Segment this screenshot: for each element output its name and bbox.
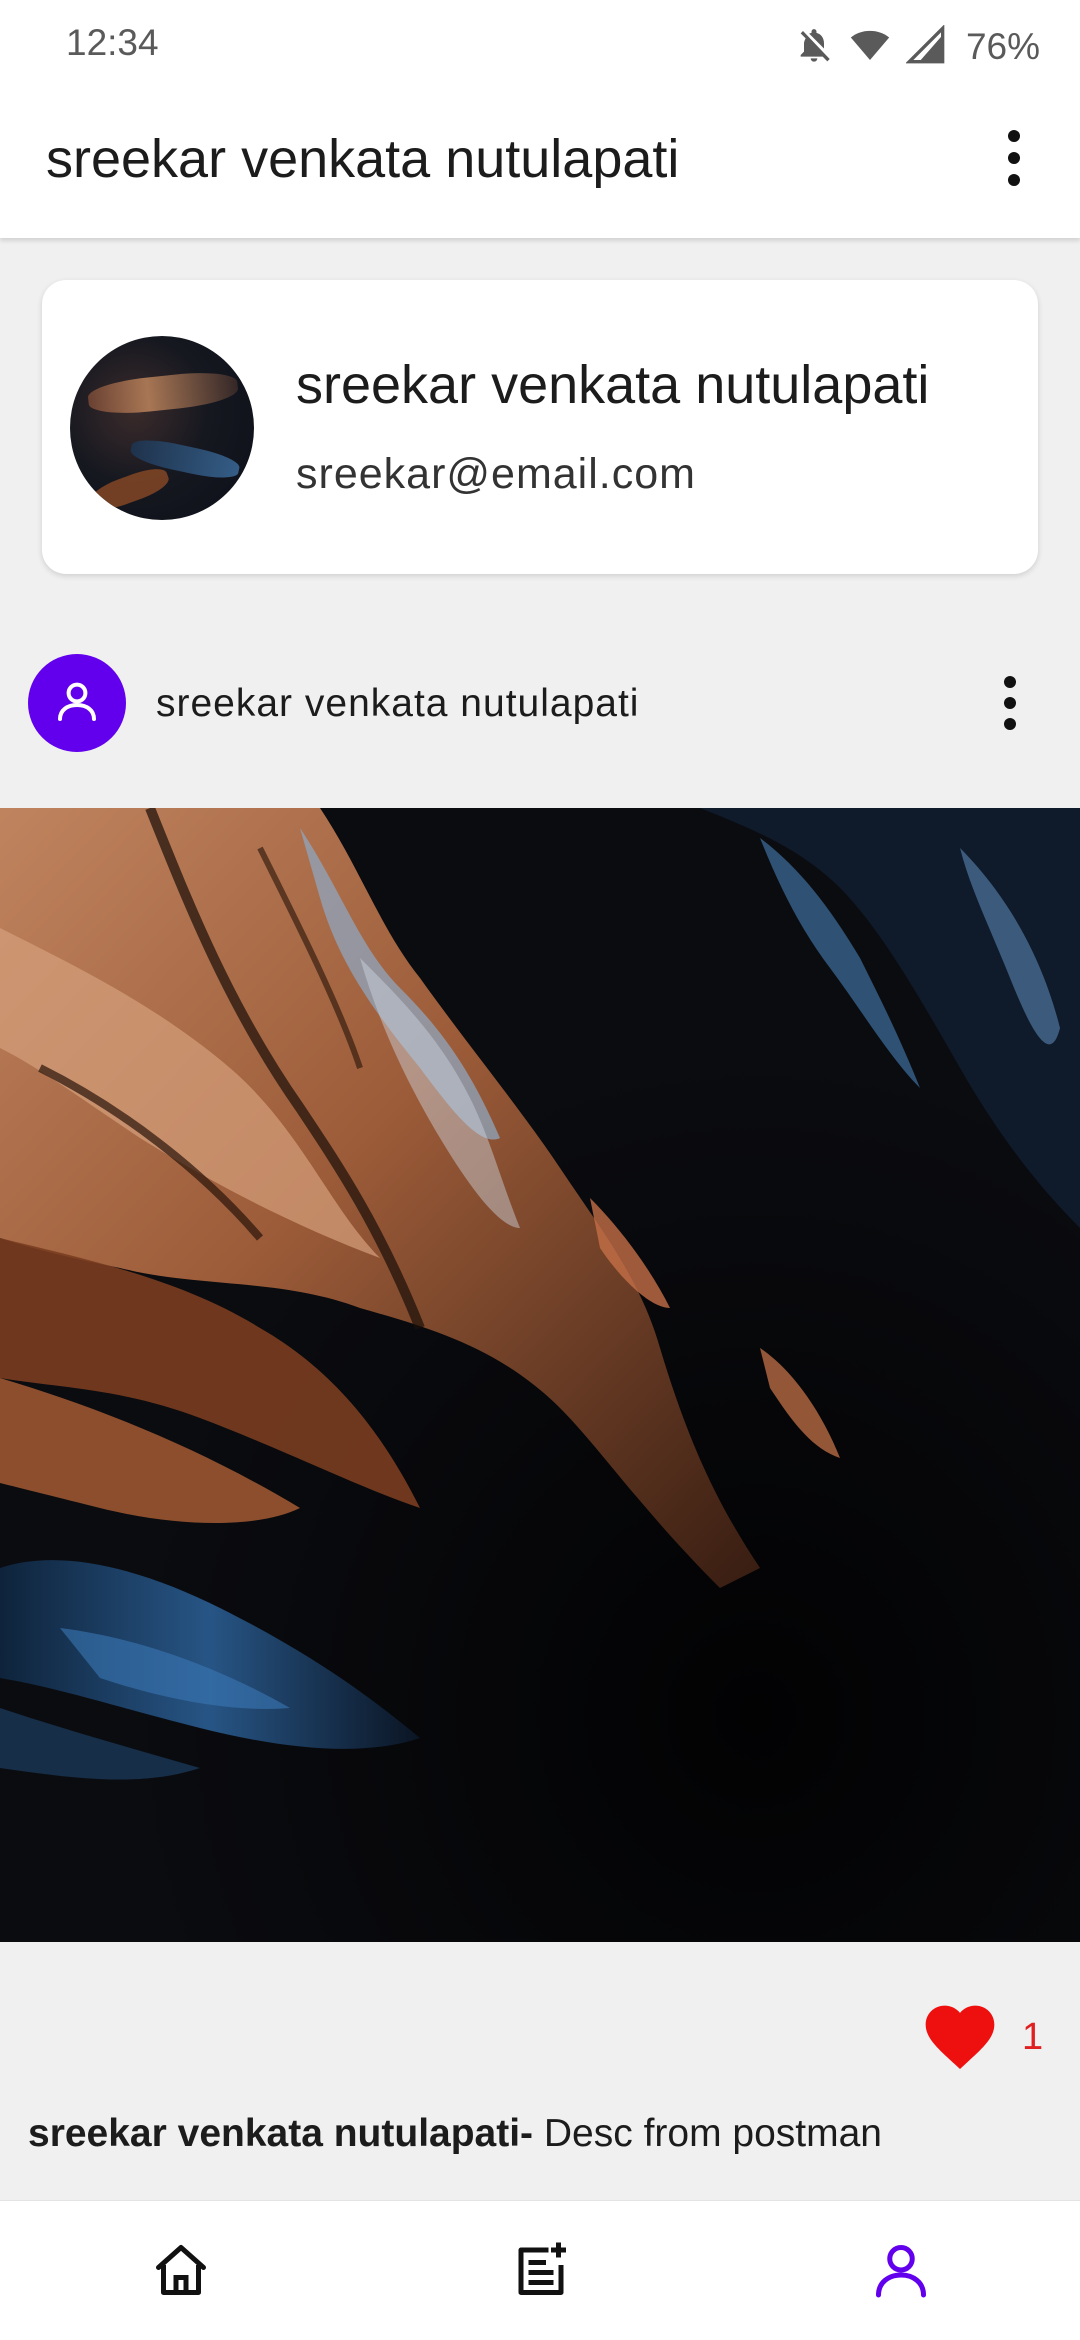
- profile-icon: [871, 2240, 931, 2305]
- like-button[interactable]: [920, 1996, 1000, 2072]
- nav-add-post[interactable]: [506, 2237, 576, 2307]
- post-image[interactable]: [0, 808, 1080, 1942]
- post-author[interactable]: sreekar venkata nutulapati: [156, 682, 639, 726]
- post-caption: sreekar venkata nutulapati- Desc from po…: [28, 2112, 882, 2156]
- home-icon: [151, 2240, 211, 2305]
- post-header: sreekar venkata nutulapati: [0, 640, 1080, 770]
- battery-level: 76%: [965, 26, 1040, 67]
- caption-text: Desc from postman: [533, 2112, 882, 2155]
- profile-email: sreekar@email.com: [296, 450, 696, 498]
- page-title: sreekar venkata nutulapati: [46, 129, 680, 189]
- post-options-button[interactable]: [980, 660, 1040, 750]
- profile-name: sreekar venkata nutulapati: [296, 355, 930, 415]
- caption-author[interactable]: sreekar venkata nutulapati-: [28, 2112, 533, 2155]
- wifi-icon: [848, 25, 892, 70]
- person-icon: [53, 677, 101, 730]
- status-icons: 76%: [794, 22, 1040, 72]
- like-count: 1: [1022, 2016, 1044, 2058]
- nav-home[interactable]: [146, 2237, 216, 2307]
- heart-icon: [920, 2005, 1000, 2076]
- cellular-signal-icon: [905, 23, 946, 70]
- post-avatar[interactable]: [28, 654, 126, 752]
- nav-profile[interactable]: [866, 2237, 936, 2307]
- more-options-button[interactable]: [984, 120, 1044, 200]
- bottom-navigation: [0, 2200, 1080, 2340]
- notifications-off-icon: [794, 25, 834, 70]
- add-post-icon: [511, 2240, 571, 2305]
- app-bar: sreekar venkata nutulapati: [0, 90, 1080, 238]
- more-vert-icon: [1006, 128, 1022, 193]
- status-time: 12:34: [66, 22, 159, 63]
- status-bar: 12:34 76%: [0, 0, 1080, 90]
- more-vert-icon: [1003, 675, 1017, 736]
- profile-card: sreekar venkata nutulapati sreekar@email…: [42, 280, 1038, 574]
- avatar[interactable]: [70, 336, 254, 520]
